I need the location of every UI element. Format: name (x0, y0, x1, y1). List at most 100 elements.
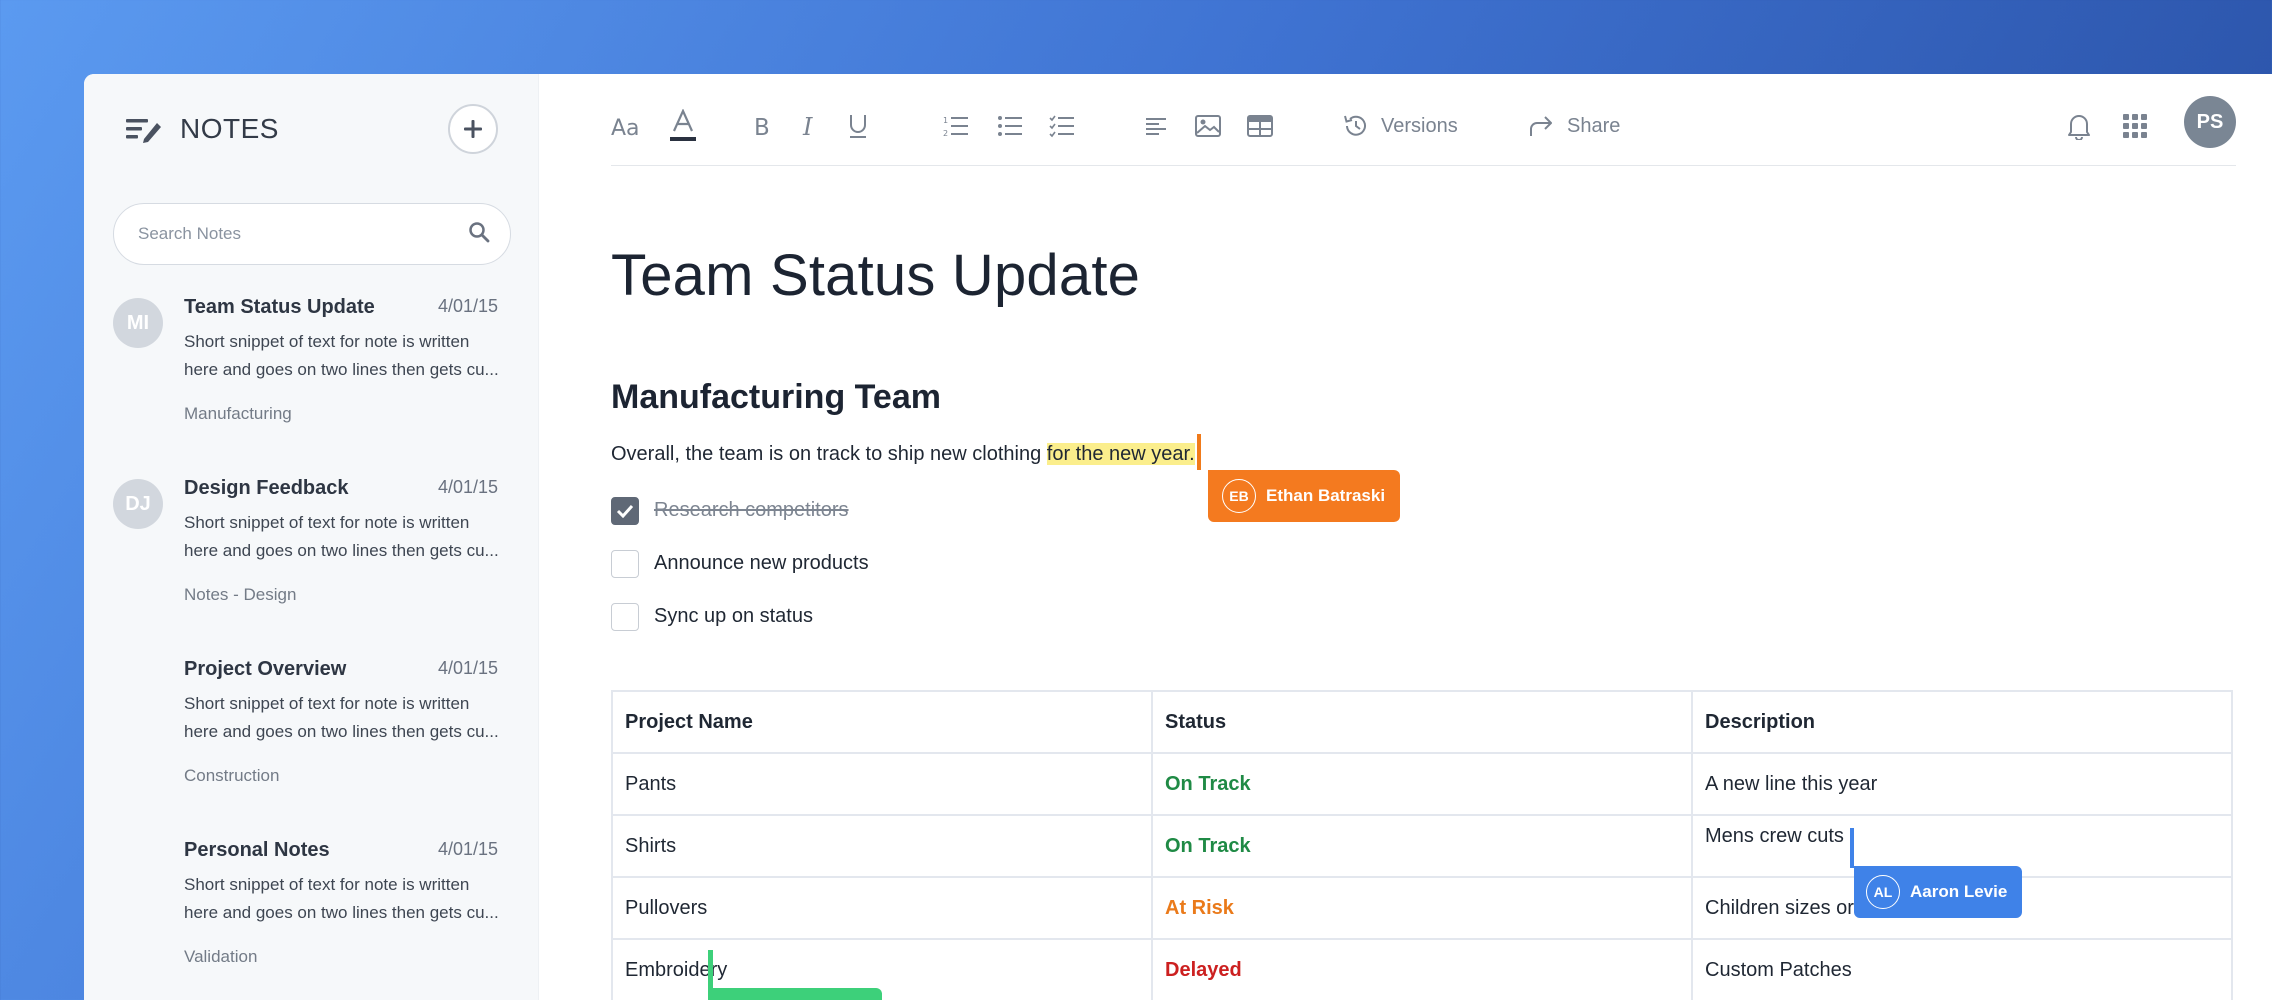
note-tag: Validation (184, 947, 258, 966)
notes-app-window: NOTES MI Team Status Update 4/01/15 Shor… (84, 74, 2272, 1000)
notes-edit-icon (124, 113, 164, 145)
avatar: MI (113, 298, 163, 348)
apps-grid-icon[interactable] (2123, 106, 2147, 146)
note-list-item[interactable]: DJ Design Feedback 4/01/15 Short snippet… (84, 475, 538, 656)
table-cell[interactable]: Embroidery (611, 938, 1153, 1000)
note-snippet: Short snippet of text for note is writte… (184, 513, 499, 560)
editor-toolbar: Aa B I 12 Versions Share PS (611, 96, 2236, 166)
table-header-row: Project Name Status Description (611, 690, 2233, 754)
checkmark-icon (616, 504, 634, 518)
table-header-cell[interactable]: Status (1151, 690, 1693, 754)
note-list-item[interactable]: Personal Notes 4/01/15 Short snippet of … (84, 837, 538, 1000)
project-table: Project Name Status Description Pants On… (611, 690, 2233, 1000)
plus-icon (464, 120, 482, 138)
svg-text:1: 1 (943, 116, 948, 125)
note-title: Project Overview (184, 658, 347, 680)
underline-icon[interactable] (847, 106, 869, 146)
checklist-item: Sync up on status (611, 590, 869, 643)
text-color-icon[interactable] (669, 106, 697, 146)
italic-icon[interactable]: I (801, 106, 821, 146)
table-cell[interactable]: Custom Patches (1691, 938, 2233, 1000)
share-arrow-icon (1530, 116, 1552, 136)
svg-text:2: 2 (943, 129, 948, 138)
collaborator-cursor (1849, 827, 1854, 868)
document-title[interactable]: Team Status Update (611, 242, 1140, 309)
share-label: Share (1567, 114, 1621, 137)
note-snippet: Short snippet of text for note is writte… (184, 694, 499, 741)
note-title: Design Feedback (184, 477, 349, 499)
collaborator-cursor (1196, 434, 1201, 470)
checklist-label: Research competitors (654, 499, 849, 521)
paragraph-text: Overall, the team is on track to ship ne… (611, 443, 1047, 465)
search-box (113, 203, 511, 265)
table-header-cell[interactable]: Description (1691, 690, 2233, 754)
bell-icon[interactable] (2067, 106, 2091, 146)
collaborator-tag: EB Ethan Batraski (1208, 470, 1401, 522)
font-size-icon[interactable]: Aa (611, 106, 643, 146)
svg-text:I: I (802, 114, 813, 138)
status-cell[interactable]: Delayed (1151, 938, 1693, 1000)
bullet-list-icon[interactable] (997, 106, 1023, 146)
status-cell[interactable]: At Risk (1151, 876, 1693, 940)
checklist-label: Sync up on status (654, 605, 813, 627)
checklist-icon[interactable] (1049, 106, 1075, 146)
note-date: 4/01/15 (437, 477, 498, 497)
collaborator-name: Aaron Levie (1910, 882, 2008, 901)
collaborator-name: Ethan Batraski (1266, 486, 1386, 505)
note-list-item[interactable]: Project Overview 4/01/15 Short snippet o… (84, 656, 538, 837)
versions-label: Versions (1381, 114, 1458, 137)
image-icon[interactable] (1195, 106, 1221, 146)
editor-main: Aa B I 12 Versions Share PS Team Status … (539, 74, 2272, 1000)
status-cell[interactable]: On Track (1151, 752, 1693, 816)
note-date: 4/01/15 (437, 839, 498, 859)
versions-button[interactable]: Versions (1343, 106, 1458, 146)
note-tag: Construction (184, 766, 280, 785)
table-cell[interactable]: Shirts (611, 814, 1153, 878)
search-icon[interactable] (468, 221, 490, 248)
collaborator-avatar: EB (1222, 479, 1256, 513)
note-list: MI Team Status Update 4/01/15 Short snip… (84, 294, 538, 1000)
note-snippet: Short snippet of text for note is writte… (184, 875, 499, 922)
section-heading[interactable]: Manufacturing Team (611, 378, 941, 417)
table-row: Pants On Track A new line this year (611, 752, 2233, 816)
note-tag: Manufacturing (184, 404, 292, 423)
svg-text:Aa: Aa (611, 116, 640, 139)
collaborator-tag (708, 988, 882, 1000)
paragraph[interactable]: Overall, the team is on track to ship ne… (611, 434, 1201, 470)
table-cell[interactable]: A new line this year (1691, 752, 2233, 816)
note-date: 4/01/15 (437, 658, 498, 678)
search-input[interactable] (138, 224, 468, 244)
sidebar-title: NOTES (180, 113, 279, 144)
table-cell[interactable]: Pants (611, 752, 1153, 816)
highlighted-text: for the new year. (1046, 443, 1195, 465)
note-list-item[interactable]: MI Team Status Update 4/01/15 Short snip… (84, 294, 538, 475)
checkbox[interactable] (611, 549, 639, 578)
history-icon (1344, 115, 1366, 136)
table-icon[interactable] (1247, 106, 1273, 146)
note-title: Personal Notes (184, 839, 330, 861)
note-title: Team Status Update (184, 296, 375, 318)
note-snippet: Short snippet of text for note is writte… (184, 332, 499, 379)
checklist: Research competitors Announce new produc… (611, 484, 869, 643)
checkbox[interactable] (611, 602, 639, 631)
cell-text: Mens crew cuts (1705, 824, 1844, 847)
checkbox-checked[interactable] (611, 496, 639, 525)
share-button[interactable]: Share (1529, 106, 1620, 146)
sidebar: NOTES MI Team Status Update 4/01/15 Shor… (84, 74, 539, 1000)
table-header-cell[interactable]: Project Name (611, 690, 1153, 754)
collaborator-avatar: AL (1866, 875, 1900, 909)
sidebar-header: NOTES (124, 104, 498, 154)
status-cell[interactable]: On Track (1151, 814, 1693, 878)
note-date: 4/01/15 (437, 296, 498, 316)
user-avatar[interactable]: PS (2184, 96, 2236, 148)
svg-text:B: B (754, 115, 770, 138)
align-left-icon[interactable] (1145, 106, 1167, 146)
bold-icon[interactable]: B (753, 106, 773, 146)
table-cell[interactable]: Pullovers (611, 876, 1153, 940)
add-note-button[interactable] (448, 104, 498, 154)
checklist-item: Research competitors (611, 484, 869, 537)
checklist-item: Announce new products (611, 537, 869, 590)
numbered-list-icon[interactable]: 12 (943, 106, 969, 146)
collaborator-tag: AL Aaron Levie (1854, 866, 2023, 918)
checklist-label: Announce new products (654, 552, 869, 574)
